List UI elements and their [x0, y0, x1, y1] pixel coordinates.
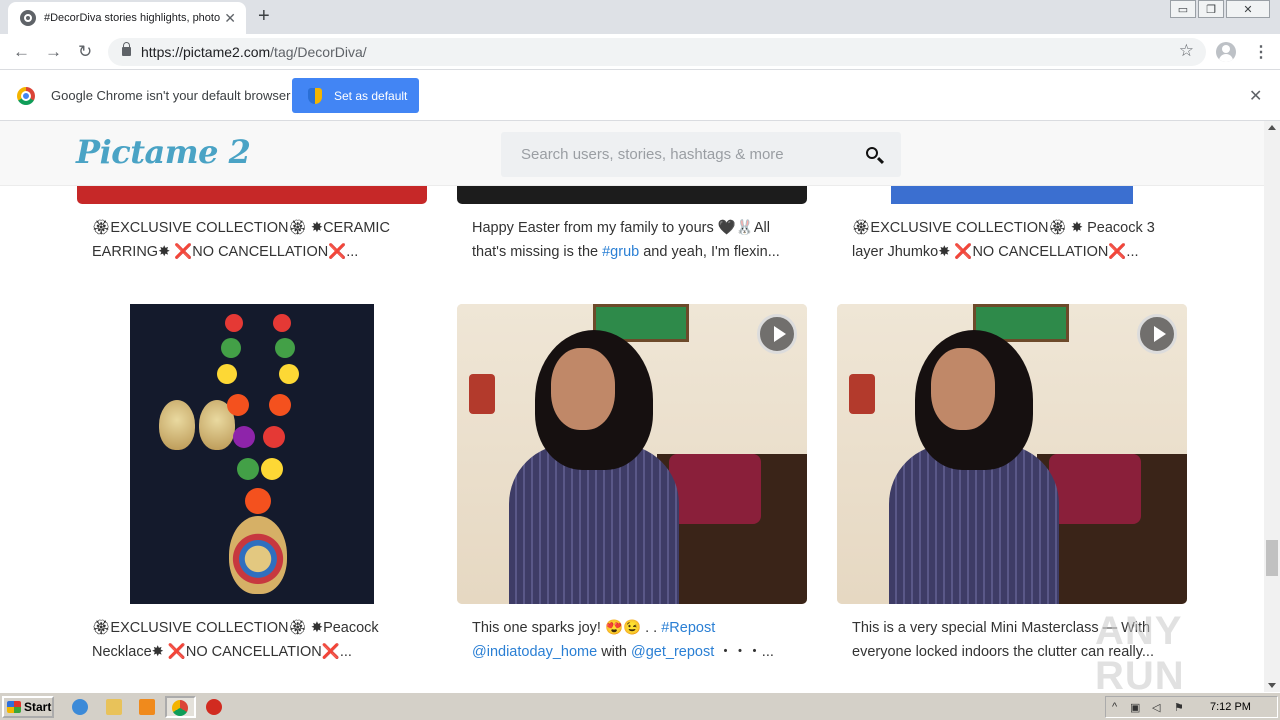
post-caption: 🏵EXCLUSIVE COLLECTION🏵 ✸CERAMIC EARRING✸…	[92, 220, 390, 260]
search-icon[interactable]	[866, 147, 878, 159]
scroll-up-icon[interactable]	[1268, 125, 1276, 130]
windows-taskbar: Start ^ ▣ ◁ ⚑ 7:12 PM	[0, 692, 1280, 720]
set-as-default-button[interactable]: Set as default	[292, 78, 419, 113]
post-caption: This one sparks joy! 😍😉 . . #Repost @indi…	[472, 616, 797, 664]
uac-shield-icon	[308, 87, 322, 104]
start-label: Start	[24, 700, 52, 714]
anyrun-watermark: ANY RUN	[1095, 609, 1185, 692]
windows-flag-icon	[7, 701, 21, 713]
url-path: /tag/DecorDiva/	[270, 44, 367, 60]
chrome-taskbar-button[interactable]	[165, 696, 196, 718]
site-header: Pictame 2	[0, 121, 1264, 186]
bookmark-star-icon[interactable]: ☆	[1179, 41, 1194, 61]
network-icon[interactable]: ▣	[1130, 701, 1140, 714]
forward-icon[interactable]: →	[45, 42, 62, 62]
page-scrollbar[interactable]	[1264, 121, 1280, 692]
lock-icon[interactable]	[122, 42, 131, 56]
post-caption: 🏵EXCLUSIVE COLLECTION🏵 ✸ Peacock 3 layer…	[852, 220, 1155, 260]
site-favicon-icon	[20, 10, 36, 26]
search-bar	[501, 132, 901, 177]
infobar-message: Google Chrome isn't your default browser	[51, 88, 291, 103]
post-image[interactable]	[457, 304, 807, 604]
window-close-button[interactable]: ✕	[1226, 0, 1270, 18]
post-caption: 🏵EXCLUSIVE COLLECTION🏵 ✸Peacock Necklace…	[92, 620, 379, 660]
caption-text: This one sparks joy! 😍😉 . .	[472, 620, 662, 636]
media-player-icon[interactable]	[139, 699, 155, 715]
scroll-down-icon[interactable]	[1268, 683, 1276, 688]
back-icon[interactable]: ←	[13, 42, 30, 62]
bead	[217, 364, 237, 384]
post-caption: Happy Easter from my family to yours 🖤🐰A…	[472, 216, 797, 264]
bead	[279, 364, 299, 384]
bead	[225, 314, 243, 332]
earring-left	[159, 400, 195, 450]
window-controls: ▭ ❐ ✕	[1168, 0, 1270, 18]
new-tab-button[interactable]: +	[258, 6, 270, 26]
scroll-thumb[interactable]	[1266, 540, 1278, 576]
system-tray: ^ ▣ ◁ ⚑ 7:12 PM	[1105, 696, 1278, 718]
default-browser-infobar: Google Chrome isn't your default browser…	[0, 71, 1280, 121]
url-text[interactable]: https://pictame2.com/tag/DecorDiva/	[141, 44, 367, 60]
cushion	[1049, 454, 1141, 524]
bead	[263, 426, 285, 448]
hashtag-link[interactable]: #Repost	[661, 620, 715, 636]
url-host: https://pictame2.com	[141, 44, 271, 60]
folder-icon[interactable]	[106, 699, 122, 715]
hashtag-link[interactable]: #grub	[602, 244, 639, 260]
tray-arrow-icon[interactable]: ^	[1112, 701, 1117, 713]
bead	[237, 458, 259, 480]
chrome-icon	[172, 700, 188, 716]
stop-sign-icon[interactable]	[206, 699, 222, 715]
profile-avatar-icon[interactable]	[1216, 42, 1236, 62]
bead	[273, 314, 291, 332]
bead	[233, 426, 255, 448]
reload-icon[interactable]: ↻	[78, 42, 92, 62]
post-image[interactable]	[77, 304, 427, 604]
caption-text: ・・・...	[714, 644, 774, 660]
address-bar[interactable]: https://pictame2.com/tag/DecorDiva/ ☆	[108, 38, 1206, 66]
bead	[227, 394, 249, 416]
chrome-logo-icon	[17, 87, 35, 105]
person-face	[551, 348, 615, 430]
internet-explorer-icon[interactable]	[72, 699, 88, 715]
cushion	[669, 454, 761, 524]
flower-pot	[469, 374, 495, 414]
start-button[interactable]: Start	[2, 696, 54, 718]
peacock-pendant	[229, 516, 287, 594]
caption-text: with	[597, 644, 632, 660]
mention-link[interactable]: @indiatoday_home	[472, 644, 597, 660]
tab-title: #DecorDiva stories highlights, photos	[44, 12, 220, 24]
search-input[interactable]	[501, 132, 851, 177]
mention-link[interactable]: @get_repost	[631, 644, 714, 660]
browser-tab[interactable]: #DecorDiva stories highlights, photos ✕	[8, 2, 246, 34]
video-play-icon[interactable]	[1137, 314, 1177, 354]
bead	[275, 338, 295, 358]
person-face	[931, 348, 995, 430]
caption-text: and yeah, I'm flexin...	[639, 244, 780, 260]
bead	[261, 458, 283, 480]
infobar-close-icon[interactable]: ✕	[1249, 86, 1262, 106]
minimize-button[interactable]: ▭	[1170, 0, 1196, 18]
bead	[245, 488, 271, 514]
browser-toolbar: ← → ↻ https://pictame2.com/tag/DecorDiva…	[0, 34, 1280, 70]
action-center-flag-icon[interactable]: ⚑	[1174, 701, 1184, 714]
post-image[interactable]	[837, 304, 1187, 604]
page-viewport: Pictame 2 🏵EXCLUSIVE COLLECTION🏵 ✸CERAMI…	[0, 121, 1264, 692]
flower-pot	[849, 374, 875, 414]
volume-icon[interactable]: ◁	[1152, 701, 1160, 714]
restore-button[interactable]: ❐	[1198, 0, 1224, 18]
bead	[221, 338, 241, 358]
set-as-default-label: Set as default	[334, 88, 408, 103]
site-logo[interactable]: Pictame 2	[76, 133, 251, 171]
bead	[269, 394, 291, 416]
system-clock[interactable]: 7:12 PM	[1210, 701, 1251, 713]
browser-menu-icon[interactable]: ⋮	[1253, 42, 1269, 62]
tab-strip: #DecorDiva stories highlights, photos ✕ …	[0, 0, 1280, 34]
tab-close-icon[interactable]: ✕	[224, 10, 236, 27]
video-play-icon[interactable]	[757, 314, 797, 354]
